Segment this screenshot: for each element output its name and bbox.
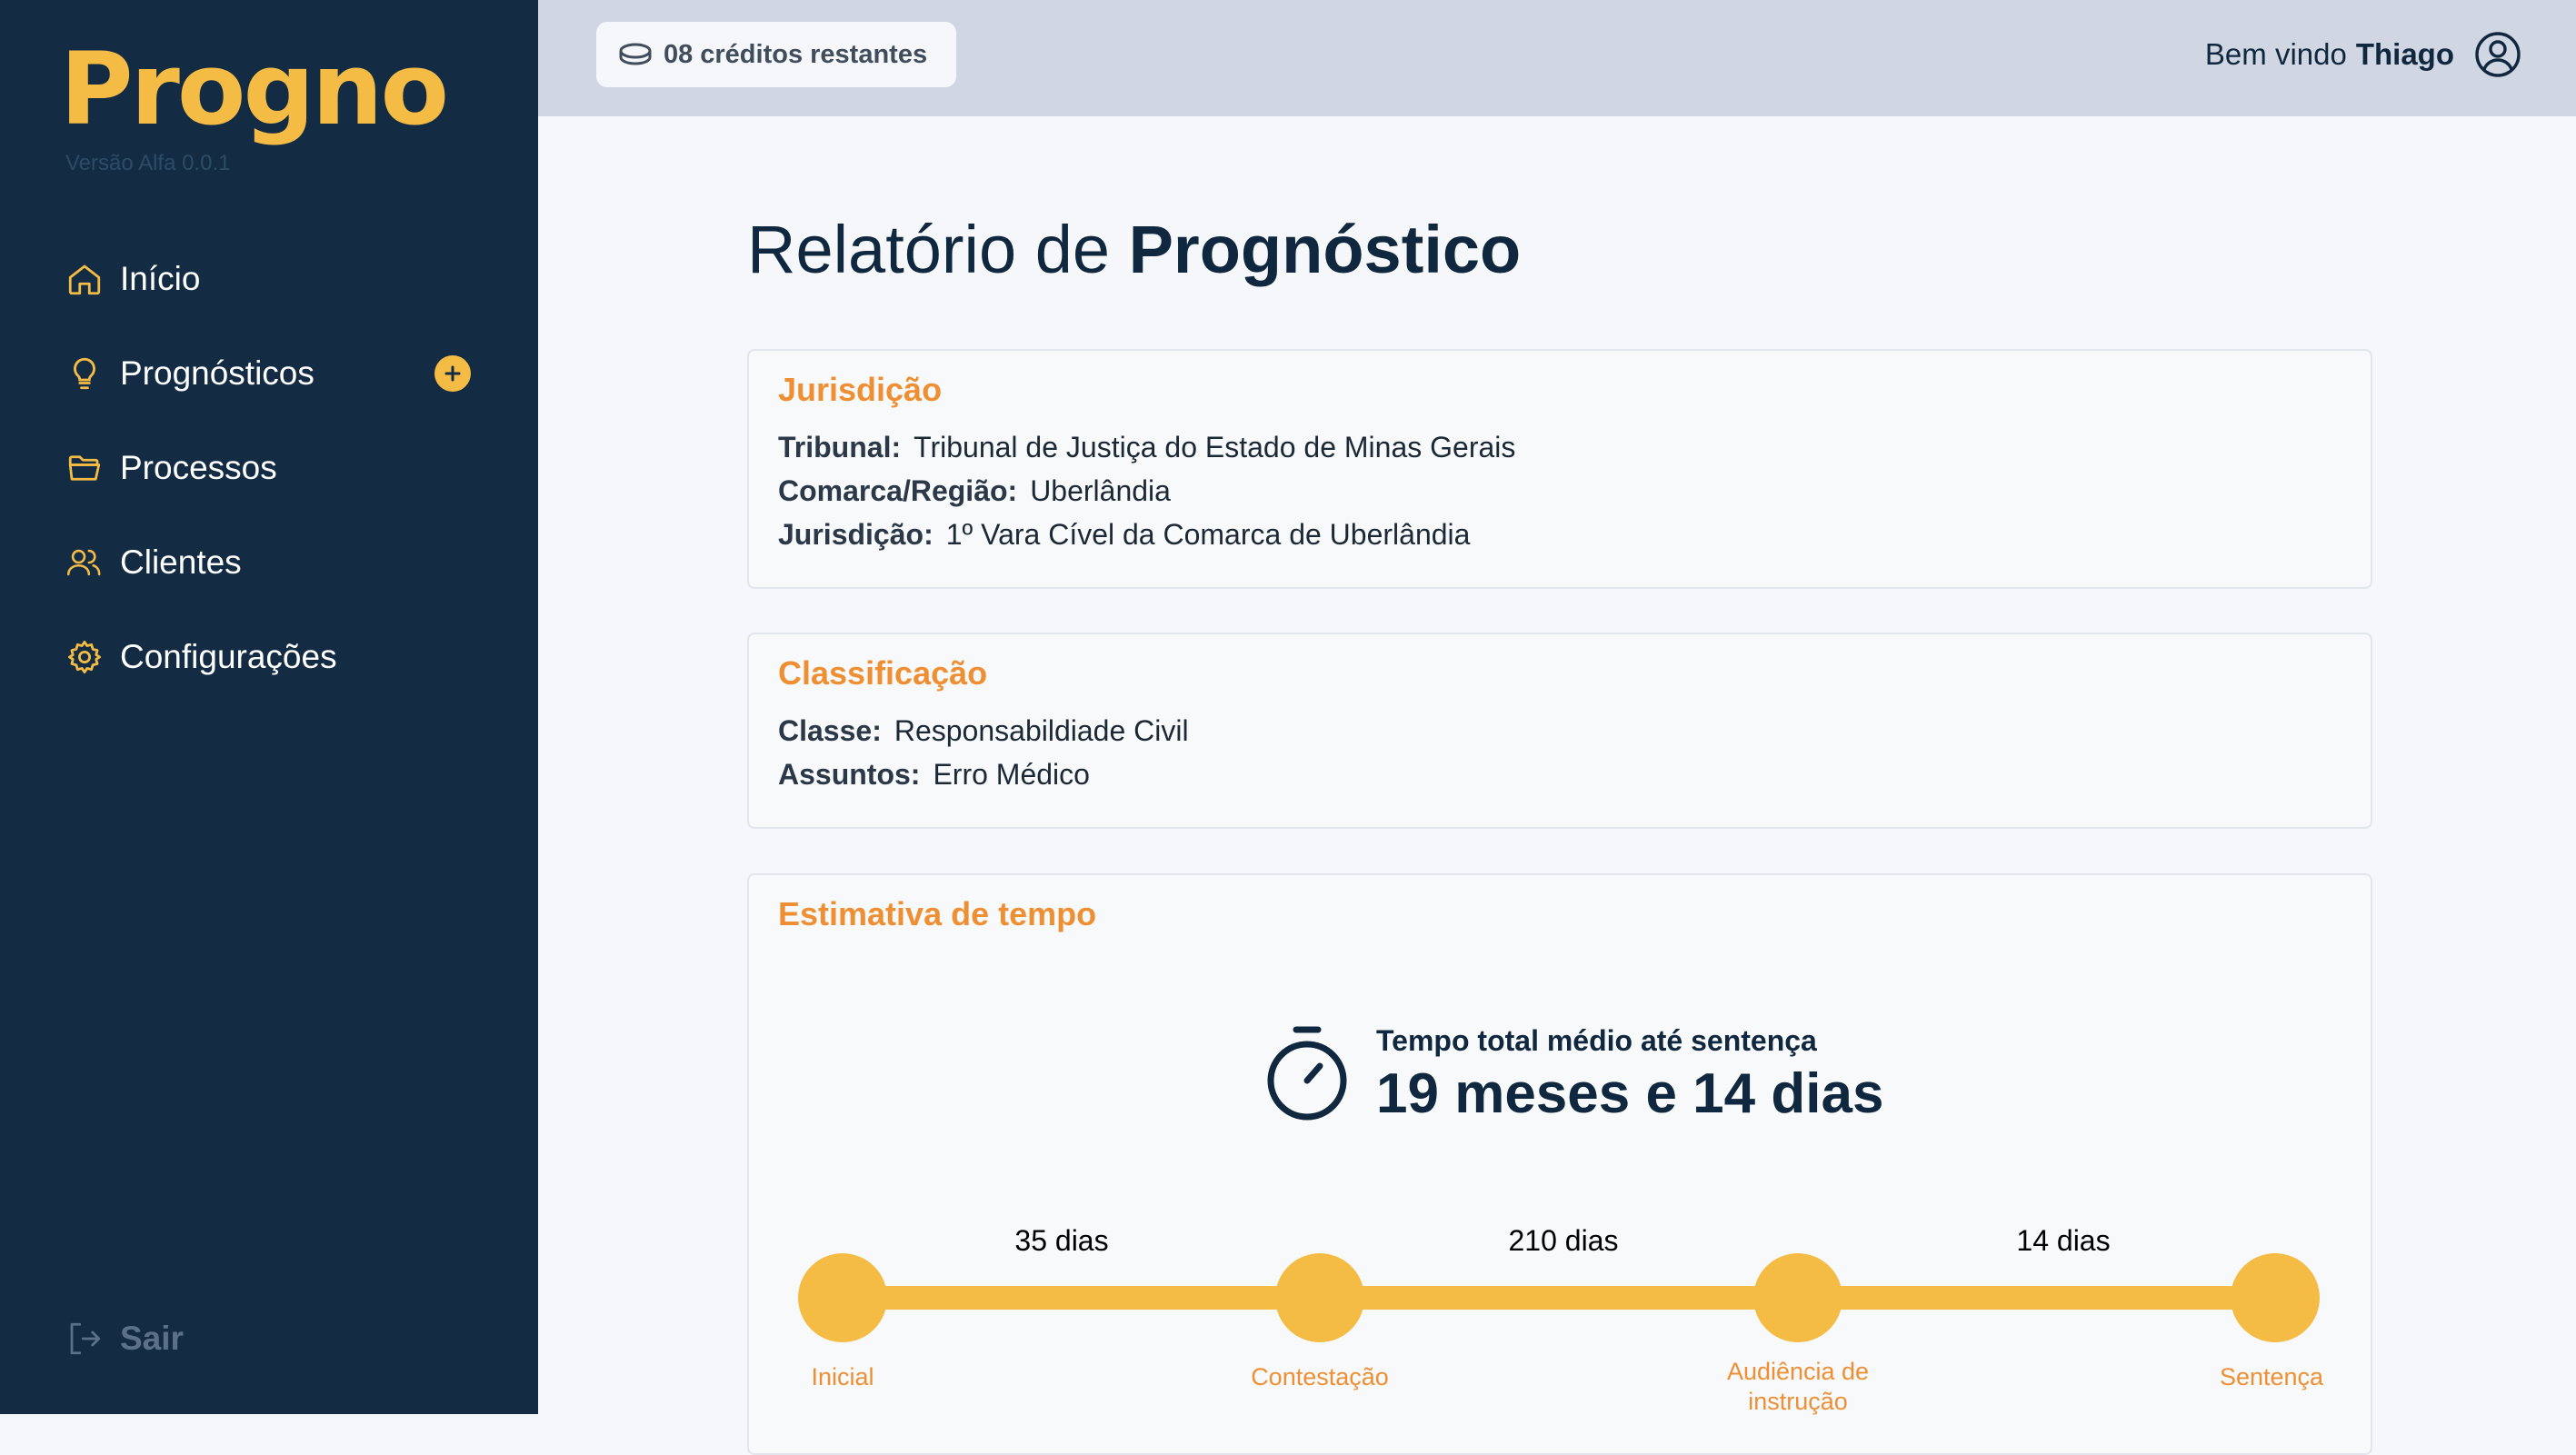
page-title-bold: Prognóstico	[1128, 212, 1522, 287]
sidebar-item-configuracoes[interactable]: Configurações	[65, 610, 465, 704]
add-prognostico-button[interactable]	[434, 355, 471, 392]
card-heading: Classificação	[778, 654, 988, 692]
app-logo[interactable]: Progno	[60, 29, 449, 149]
coins-icon	[618, 41, 653, 68]
jurisdicao-card: Jurisdição Tribunal: Tribunal de Justiça …	[747, 349, 2372, 589]
timeline-stage-label: Inicial	[811, 1363, 874, 1390]
user-name: Thiago	[2355, 37, 2454, 71]
gear-icon	[65, 638, 104, 676]
users-icon	[65, 543, 104, 582]
home-icon	[65, 260, 104, 298]
timeline-dot	[2231, 1253, 2320, 1342]
timeline-dot	[1275, 1253, 1364, 1342]
sidebar-item-processos[interactable]: Processos	[65, 421, 465, 515]
sidebar-item-inicio[interactable]: Início	[65, 232, 465, 326]
field-key: Assuntos:	[778, 758, 921, 791]
page-title-prefix: Relatório de	[747, 212, 1111, 287]
field-value: Uberlândia	[1030, 474, 1171, 507]
field-key: Comarca/Região:	[778, 474, 1018, 507]
estimativa-card: Estimativa de tempo Tempo total médio at…	[747, 873, 2372, 1455]
timeline-stage-label: Contestação	[1251, 1363, 1389, 1390]
field-value: Erro Médico	[933, 758, 1090, 791]
welcome-text: Bem vindo	[2204, 37, 2347, 71]
field-key: Tribunal:	[778, 431, 902, 463]
sidebar: Progno Versão Alfa 0.0.1 Início Prognóst…	[0, 0, 538, 1414]
field-key: Classe:	[778, 714, 882, 747]
field-assuntos: Assuntos: Erro Médico	[778, 752, 2341, 796]
field-key: Jurisdição:	[778, 518, 934, 551]
credits-badge[interactable]: 08 créditos restantes	[596, 22, 957, 87]
timeline-bar	[822, 1286, 2285, 1310]
plus-icon	[444, 365, 461, 382]
sidebar-item-label: Clientes	[120, 543, 242, 581]
sidebar-item-label: Início	[120, 260, 201, 297]
timeline-duration: 210 dias	[1508, 1224, 1619, 1257]
sidebar-nav: Início Prognósticos Processos Clientes C…	[65, 232, 471, 704]
logout-icon	[65, 1320, 104, 1358]
timeline: 35 dias 210 dias 14 dias Inicial Contest…	[749, 875, 2371, 1453]
field-comarca: Comarca/Região: Uberlândia	[778, 469, 2341, 513]
sidebar-item-label: Processos	[120, 449, 277, 486]
sidebar-item-clientes[interactable]: Clientes	[65, 515, 465, 610]
top-bar: 08 créditos restantes Bem vindo Thiago	[538, 0, 2576, 116]
sidebar-item-prognosticos[interactable]: Prognósticos	[65, 326, 471, 421]
timeline-stage-label: Audiência de instrução	[1726, 1358, 1870, 1415]
logout-button[interactable]: Sair	[65, 1320, 184, 1358]
timeline-duration: 14 dias	[2016, 1224, 2111, 1257]
sidebar-item-label: Prognósticos	[120, 354, 315, 392]
page-title: Relatório de Prognóstico	[747, 211, 1521, 288]
field-classe: Classe: Responsabildiade Civil	[778, 709, 2341, 752]
field-value: Tribunal de Justiça do Estado de Minas G…	[914, 431, 1516, 463]
sidebar-item-label: Configurações	[120, 638, 337, 675]
field-value: 1º Vara Cível da Comarca de Uberlândia	[945, 518, 1471, 551]
card-heading: Jurisdição	[778, 371, 943, 408]
lightbulb-icon	[65, 354, 104, 393]
field-jurisdicao: Jurisdição: 1º Vara Cível da Comarca de U…	[778, 513, 2341, 556]
app-version: Versão Alfa 0.0.1	[65, 151, 231, 175]
user-avatar-icon[interactable]	[2474, 31, 2521, 78]
folder-icon	[65, 449, 104, 487]
welcome-area: Bem vindo Thiago	[2205, 25, 2521, 84]
classificacao-card: Classificação Classe: Responsabildiade Ci…	[747, 633, 2372, 829]
timeline-dot	[1753, 1253, 1842, 1342]
credits-count: 08	[664, 39, 694, 69]
timeline-dot	[798, 1253, 887, 1342]
field-value: Responsabildiade Civil	[894, 714, 1189, 747]
timeline-stage-label: Sentença	[2219, 1363, 2324, 1390]
logout-label: Sair	[120, 1320, 184, 1357]
timeline-duration: 35 dias	[1014, 1224, 1109, 1257]
field-tribunal: Tribunal: Tribunal de Justiça do Estado d…	[778, 425, 2341, 469]
credits-label: créditos restantes	[700, 39, 928, 69]
